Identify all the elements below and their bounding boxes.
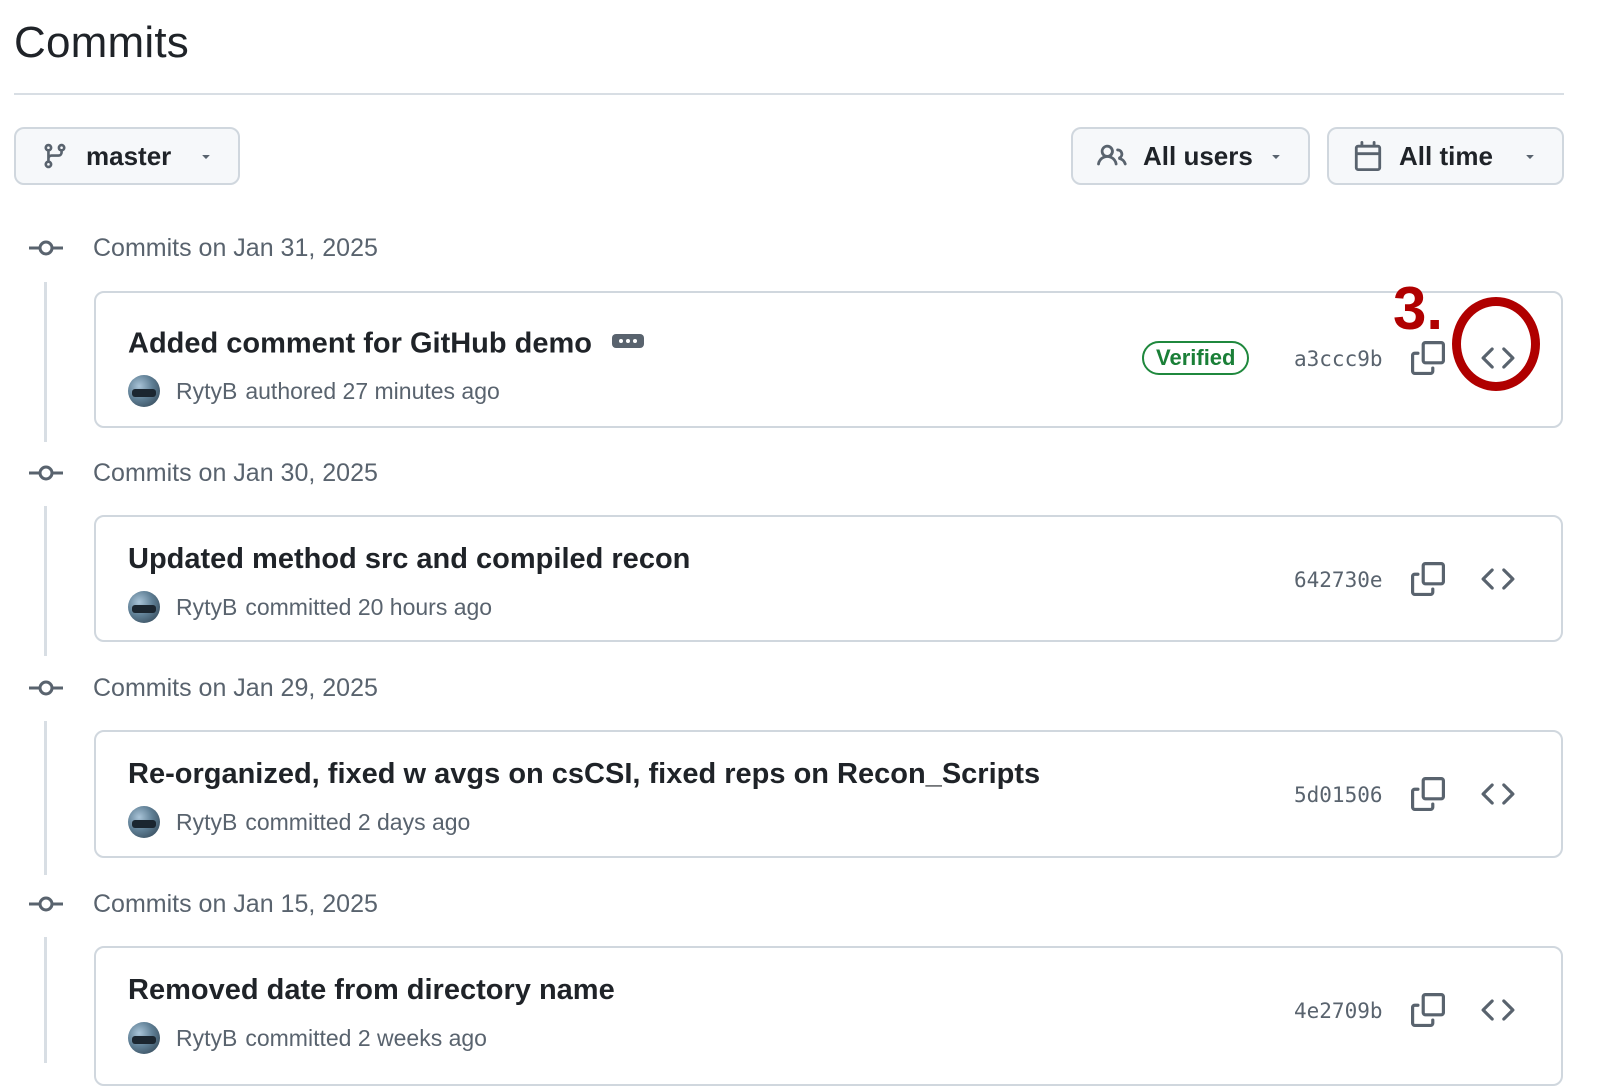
commit-time: authored 27 minutes ago: [245, 377, 500, 404]
commit-author[interactable]: RytyB: [176, 594, 237, 621]
users-label: All users: [1143, 140, 1253, 171]
branch-label: master: [86, 140, 172, 171]
copy-icon[interactable]: [1408, 338, 1448, 378]
commit-group-header: Commits on Jan 31, 2025: [28, 230, 378, 266]
commit-author[interactable]: RytyB: [176, 809, 237, 836]
timeline-line: [44, 506, 47, 656]
commit-title[interactable]: Re-organized, fixed w avgs on csCSI, fix…: [128, 758, 1040, 791]
commit-author[interactable]: RytyB: [176, 1025, 237, 1052]
copy-icon[interactable]: [1408, 990, 1448, 1030]
people-icon: [1095, 139, 1129, 173]
commit-group-date: Commits on Jan 15, 2025: [93, 889, 378, 918]
git-commit-icon: [28, 676, 64, 700]
commit-title[interactable]: Removed date from directory name: [128, 974, 615, 1007]
commit-meta: RytyB authored 27 minutes ago: [128, 375, 500, 407]
code-icon[interactable]: [1478, 990, 1518, 1030]
commit-row: Re-organized, fixed w avgs on csCSI, fix…: [94, 730, 1563, 858]
commit-group-header: Commits on Jan 29, 2025: [28, 670, 378, 706]
commit-group-date: Commits on Jan 29, 2025: [93, 673, 378, 702]
time-label: All time: [1399, 140, 1493, 171]
commit-row: Removed date from directory name RytyB c…: [94, 946, 1563, 1086]
copy-icon[interactable]: [1408, 559, 1448, 599]
commit-sha[interactable]: 642730e: [1294, 568, 1383, 592]
code-icon[interactable]: [1478, 338, 1518, 378]
commit-title[interactable]: Added comment for GitHub demo: [128, 325, 654, 365]
commit-sha[interactable]: 5d01506: [1294, 783, 1383, 807]
triangle-down-icon: [1268, 148, 1284, 164]
branch-selector-button[interactable]: master: [14, 127, 240, 185]
commit-sha[interactable]: a3ccc9b: [1294, 347, 1383, 371]
commit-title-link[interactable]: Added comment for GitHub demo: [128, 328, 592, 360]
commit-meta: RytyB committed 20 hours ago: [128, 591, 492, 623]
title-divider: [14, 93, 1564, 95]
git-branch-icon: [38, 139, 72, 173]
calendar-icon: [1351, 139, 1385, 173]
commit-group-header: Commits on Jan 15, 2025: [28, 886, 378, 922]
commit-group-header: Commits on Jan 30, 2025: [28, 455, 378, 491]
avatar[interactable]: [128, 1022, 160, 1054]
avatar[interactable]: [128, 375, 160, 407]
timeline-line: [44, 721, 47, 875]
code-icon[interactable]: [1478, 559, 1518, 599]
commit-title[interactable]: Updated method src and compiled recon: [128, 543, 690, 576]
triangle-down-icon: [1522, 148, 1538, 164]
git-commit-icon: [28, 892, 64, 916]
verified-badge[interactable]: Verified: [1142, 341, 1250, 375]
commit-time: committed 2 weeks ago: [245, 1024, 487, 1051]
commit-meta: RytyB committed 2 weeks ago: [128, 1022, 487, 1054]
page-title: Commits: [14, 18, 189, 67]
kebab-horizontal-icon[interactable]: [602, 321, 654, 361]
git-commit-icon: [28, 461, 64, 485]
commit-sha[interactable]: 4e2709b: [1294, 999, 1383, 1023]
users-filter-button[interactable]: All users: [1071, 127, 1310, 185]
code-icon[interactable]: [1478, 774, 1518, 814]
annotation-step-label: 3.: [1393, 275, 1444, 342]
avatar[interactable]: [128, 591, 160, 623]
triangle-down-icon: [198, 148, 214, 164]
commit-meta: RytyB committed 2 days ago: [128, 806, 470, 838]
time-filter-button[interactable]: All time: [1327, 127, 1564, 185]
copy-icon[interactable]: [1408, 774, 1448, 814]
commit-group-date: Commits on Jan 31, 2025: [93, 233, 378, 262]
commit-author[interactable]: RytyB: [176, 378, 237, 405]
git-commit-icon: [28, 236, 64, 260]
timeline-line: [44, 282, 47, 442]
commit-time: committed 2 days ago: [245, 808, 471, 835]
commit-row: Added comment for GitHub demo RytyB auth…: [94, 291, 1563, 428]
commit-group-date: Commits on Jan 30, 2025: [93, 458, 378, 487]
commit-row: Updated method src and compiled recon Ry…: [94, 515, 1563, 642]
commit-time: committed 20 hours ago: [245, 593, 493, 620]
avatar[interactable]: [128, 806, 160, 838]
timeline-line: [44, 937, 47, 1063]
